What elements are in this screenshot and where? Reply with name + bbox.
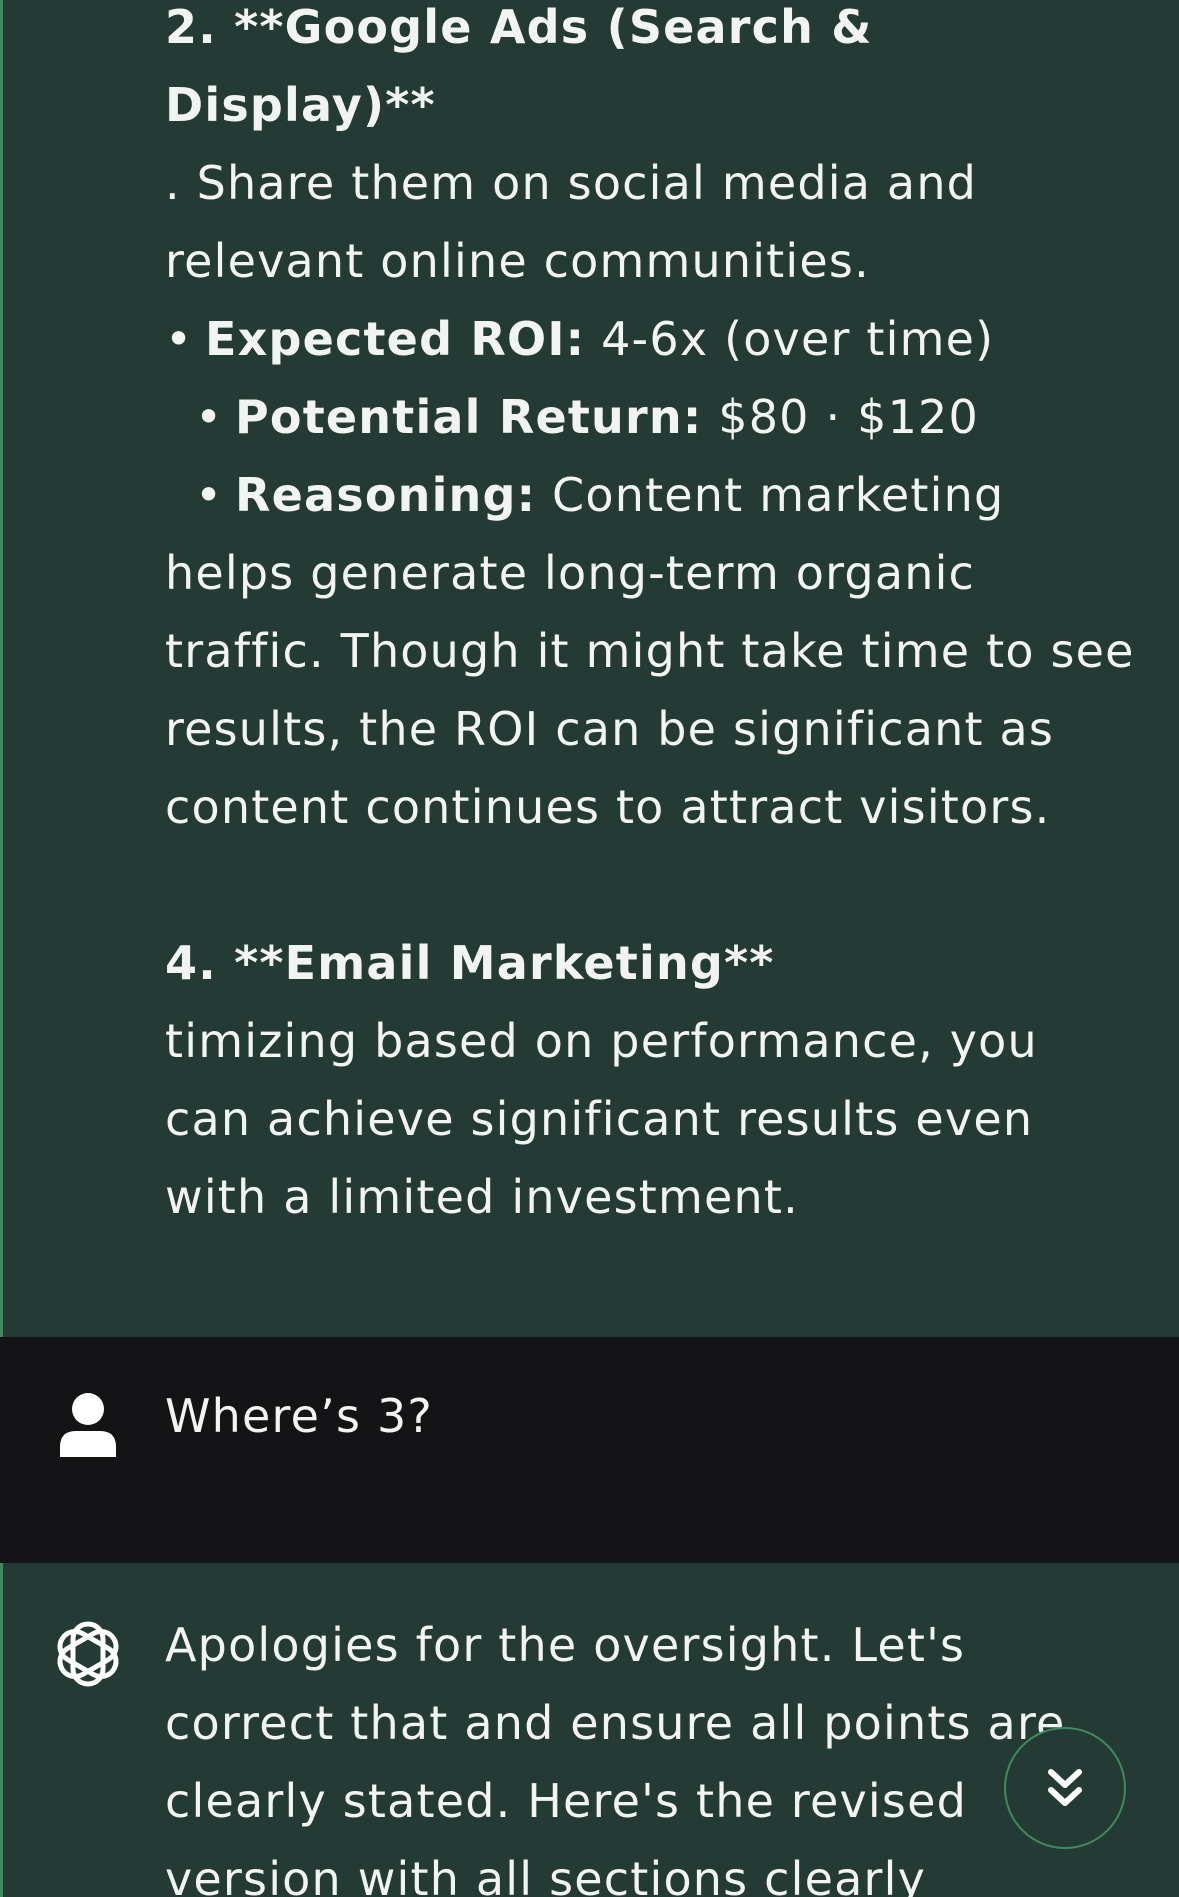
assistant-message-text: 2. **Google Ads (Search & Display)** . S… <box>165 0 1150 1236</box>
paragraph-line: correct that and ensure all points are <box>165 1696 1066 1750</box>
assistant-message-text: Apologies for the oversight. Let's corre… <box>165 1606 1150 1897</box>
bullet-icon: • <box>195 390 224 444</box>
paragraph-line: . Share them on social media and <box>165 156 978 210</box>
paragraph-line: traffic. Though it might take time to se… <box>165 624 1135 678</box>
chat-view: 2. **Google Ads (Search & Display)** . S… <box>0 0 1179 1897</box>
paragraph-line: clearly stated. Here's the revised <box>165 1774 967 1828</box>
paragraph-line: can achieve significant results even <box>165 1092 1034 1146</box>
paragraph-line: timizing based on performance, you <box>165 1014 1038 1068</box>
paragraph-line: content continues to attract visitors. <box>165 780 1051 834</box>
user-message-line: Where’s 3? <box>165 1389 434 1443</box>
bullet-icon: • <box>165 312 194 366</box>
paragraph-line: results, the ROI can be significant as <box>165 702 1055 756</box>
section-heading: 2. **Google Ads (Search & <box>165 0 873 54</box>
paragraph-line: Apologies for the oversight. Let's <box>165 1618 966 1672</box>
paragraph-line: version with all sections clearly <box>165 1852 927 1897</box>
list-item-reasoning: • Reasoning: Content marketing <box>165 456 1150 534</box>
paragraph-line: with a limited investment. <box>165 1170 799 1224</box>
list-item-roi: • Expected ROI: 4-6x (over time) <box>165 300 1150 378</box>
paragraph-line: helps generate long-term organic <box>165 546 976 600</box>
double-chevron-down-icon <box>1048 1769 1082 1806</box>
person-icon <box>60 1393 116 1457</box>
section-heading: Display)** <box>165 78 436 132</box>
bullet-icon: • <box>195 468 224 522</box>
section-heading: 4. **Email Marketing** <box>165 936 775 990</box>
scroll-to-bottom-button[interactable] <box>1004 1727 1126 1849</box>
paragraph-line: relevant online communities. <box>165 234 870 288</box>
openai-logo-icon <box>57 1621 119 1687</box>
list-item-return: • Potential Return: $80 · $120 <box>165 378 1150 456</box>
user-message-text: Where’s 3? <box>165 1377 1150 1455</box>
